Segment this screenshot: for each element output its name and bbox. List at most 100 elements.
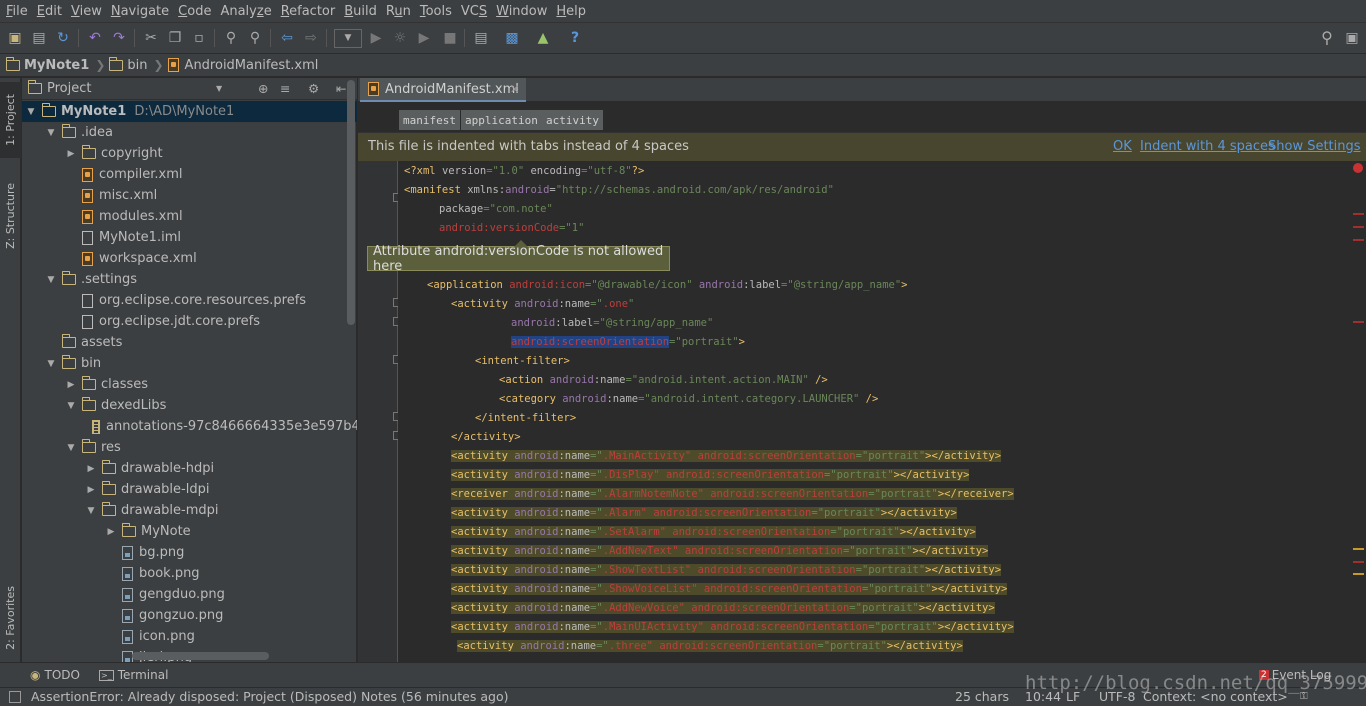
code-line[interactable]: android:label="@string/app_name": [511, 313, 713, 332]
menu-tools[interactable]: Tools: [416, 4, 456, 19]
tree-item[interactable]: ▶ classes: [22, 374, 357, 395]
tree-item[interactable]: misc.xml: [22, 185, 357, 206]
project-structure-icon[interactable]: ▤: [471, 28, 491, 48]
run-icon[interactable]: ▶: [366, 28, 386, 48]
tree-item[interactable]: ▶ copyright: [22, 143, 357, 164]
caret-position[interactable]: 10:44: [1025, 689, 1061, 704]
tree-vertical-scrollbar[interactable]: [347, 80, 355, 325]
menu-file[interactable]: File: [2, 4, 32, 19]
tree-item[interactable]: icon.png: [22, 626, 357, 647]
code-line[interactable]: <activity android:name=".one": [451, 294, 634, 313]
tree-item[interactable]: MyNote1.iml: [22, 227, 357, 248]
chevron-right-icon[interactable]: ▶: [86, 485, 96, 495]
close-icon[interactable]: ✕: [510, 83, 519, 96]
tab-favorites[interactable]: 2: Favorites: [0, 578, 21, 658]
sync-icon[interactable]: ↻: [53, 28, 73, 48]
chevron-down-icon[interactable]: ▼: [26, 107, 36, 117]
coverage-icon[interactable]: ▶: [414, 28, 434, 48]
tree-item[interactable]: modules.xml: [22, 206, 357, 227]
breadcrumb-bin[interactable]: bin: [108, 56, 147, 73]
code-line[interactable]: <application android:icon="@drawable/ico…: [427, 275, 907, 294]
android-monitor-icon[interactable]: ▲: [533, 28, 553, 48]
menu-view[interactable]: View: [67, 4, 106, 19]
code-line[interactable]: <activity android:name=".MainActivity" a…: [451, 446, 1002, 465]
scroll-from-source-icon[interactable]: ⊕: [258, 81, 268, 96]
paste-icon[interactable]: ▫: [189, 28, 209, 48]
code-line[interactable]: </intent-filter>: [475, 408, 576, 427]
sdk-manager-icon[interactable]: ▩: [502, 28, 522, 48]
project-view-selector[interactable]: Project: [47, 81, 91, 96]
tree-item[interactable]: book.png: [22, 563, 357, 584]
debug-icon[interactable]: ☼: [390, 28, 410, 48]
cut-icon[interactable]: ✂: [141, 28, 161, 48]
tree-item[interactable]: ▼ drawable-mdpi: [22, 500, 357, 521]
menu-edit[interactable]: Edit: [33, 4, 66, 19]
code-line[interactable]: <activity android:name=".ShowVoiceList" …: [451, 579, 1008, 598]
save-all-icon[interactable]: ▤: [29, 28, 49, 48]
code-line[interactable]: <activity android:name=".SetAlarm" andro…: [451, 522, 976, 541]
chevron-down-icon[interactable]: ▼: [46, 359, 56, 369]
tree-item[interactable]: gongzuo.png: [22, 605, 357, 626]
menu-help[interactable]: Help: [552, 4, 590, 19]
hide-panel-icon[interactable]: ⇤: [336, 81, 346, 96]
search-everywhere-icon[interactable]: ⚲: [1317, 28, 1337, 48]
menu-build[interactable]: Build: [340, 4, 381, 19]
tree-item[interactable]: ▶ drawable-hdpi: [22, 458, 357, 479]
tree-item[interactable]: org.eclipse.jdt.core.prefs: [22, 311, 357, 332]
code-editor[interactable]: <?xml version="1.0" encoding="utf-8"?> <m…: [398, 161, 1351, 662]
open-folder-icon[interactable]: ▣: [5, 28, 25, 48]
copy-icon[interactable]: ❐: [165, 28, 185, 48]
tree-item[interactable]: ▶ MyNote: [22, 521, 357, 542]
code-line[interactable]: <intent-filter>: [475, 351, 570, 370]
layout-icon[interactable]: ▣: [1342, 28, 1362, 48]
code-line[interactable]: <receiver android:name=".AlarmNotemNote"…: [451, 484, 1014, 503]
code-line[interactable]: android:versionCode="1": [439, 218, 584, 237]
menu-run[interactable]: Run: [382, 4, 415, 19]
menu-refactor[interactable]: Refactor: [277, 4, 340, 19]
tag-crumb-application[interactable]: application: [461, 110, 542, 130]
menu-navigate[interactable]: Navigate: [107, 4, 173, 19]
tab-structure[interactable]: Z: Structure: [0, 178, 21, 253]
tree-item[interactable]: annotations-97c8466664335e3e597b429: [22, 416, 357, 437]
redo-icon[interactable]: ↷: [109, 28, 129, 48]
tree-item[interactable]: ▼ res: [22, 437, 357, 458]
tree-item[interactable]: ▼ .idea: [22, 122, 357, 143]
tool-windows-toggle-icon[interactable]: [9, 691, 21, 703]
chevron-right-icon[interactable]: ▶: [106, 527, 116, 537]
editor-gutter[interactable]: [358, 161, 402, 662]
todo-button[interactable]: ◉ TODO: [30, 668, 80, 682]
code-line[interactable]: <activity android:name=".ShowTextList" a…: [451, 560, 1002, 579]
forward-icon[interactable]: ⇨: [301, 28, 321, 48]
chevron-down-icon[interactable]: ▼: [46, 275, 56, 285]
menu-analyze[interactable]: Analyze: [216, 4, 275, 19]
code-line[interactable]: <activity android:name=".AddNewText" and…: [451, 541, 989, 560]
tree-item[interactable]: bg.png: [22, 542, 357, 563]
chevron-right-icon[interactable]: ▶: [66, 380, 76, 390]
undo-icon[interactable]: ↶: [85, 28, 105, 48]
breadcrumb-file[interactable]: AndroidManifest.xml: [167, 58, 318, 73]
collapse-all-icon[interactable]: ≡: [280, 81, 290, 96]
chevron-down-icon[interactable]: ▼: [66, 401, 76, 411]
run-config-dropdown[interactable]: ▼: [334, 29, 362, 48]
code-line[interactable]: android:screenOrientation="portrait">: [511, 332, 745, 351]
tag-crumb-activity[interactable]: activity: [542, 110, 603, 130]
code-line[interactable]: <activity android:name=".AddNewVoice" an…: [451, 598, 995, 617]
show-settings-link[interactable]: Show Settings: [1268, 139, 1361, 154]
event-log-button[interactable]: 2 Event Log: [1259, 668, 1331, 682]
code-line[interactable]: </activity>: [451, 427, 521, 446]
file-encoding[interactable]: UTF-8: [1099, 689, 1135, 704]
line-separator[interactable]: LF: [1066, 689, 1080, 704]
code-line[interactable]: <action android:name="android.intent.act…: [499, 370, 828, 389]
menu-code[interactable]: Code: [174, 4, 215, 19]
chevron-down-icon[interactable]: ▼: [46, 128, 56, 138]
code-line[interactable]: <activity android:name=".three" android:…: [457, 636, 963, 655]
tree-horizontal-scrollbar[interactable]: [132, 652, 269, 660]
code-line[interactable]: package="com.note": [439, 199, 553, 218]
tree-item[interactable]: ▼ dexedLibs: [22, 395, 357, 416]
error-stripe[interactable]: [1351, 161, 1366, 662]
code-line[interactable]: <manifest xmlns:android="http://schemas.…: [404, 180, 834, 199]
status-message[interactable]: AssertionError: Already disposed: Projec…: [31, 689, 508, 704]
tree-item[interactable]: ▼ MyNote1 D:\AD\MyNote1: [22, 101, 357, 122]
help-icon[interactable]: ?: [565, 28, 585, 48]
find-icon[interactable]: ⚲: [221, 28, 241, 48]
